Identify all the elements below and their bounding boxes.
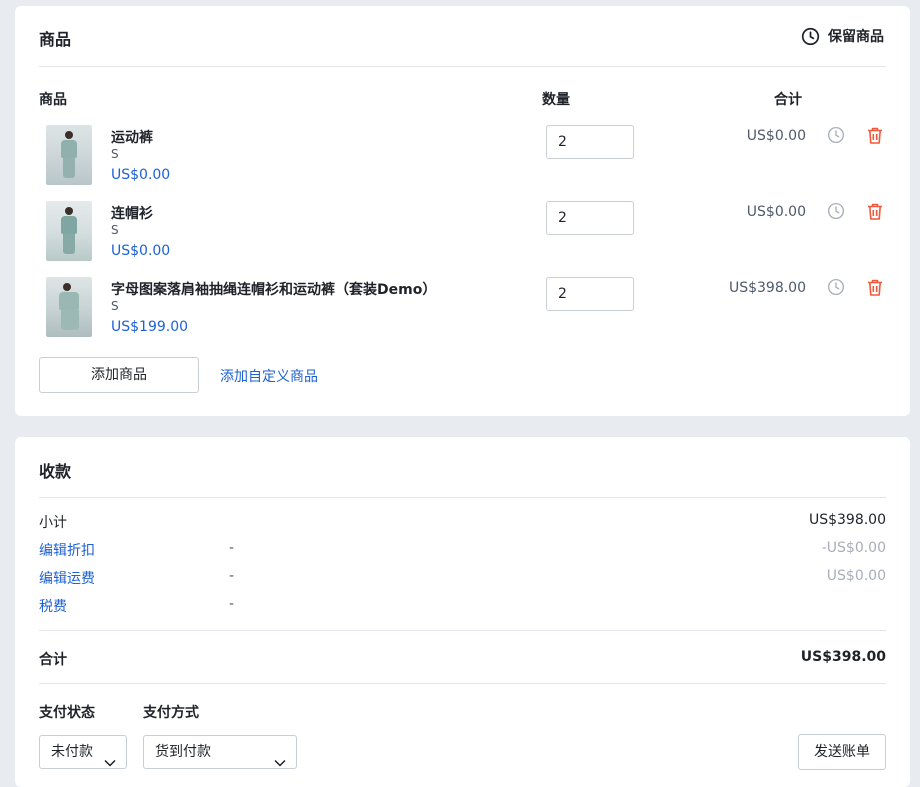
product-price: US$199.00	[111, 319, 189, 335]
product-line-total: US$0.00	[746, 128, 806, 144]
products-title: 商品	[39, 30, 72, 49]
shipping-value: US$0.00	[826, 568, 886, 584]
product-thumbnail	[46, 125, 92, 185]
product-name: 运动裤	[111, 130, 153, 146]
column-header-product: 商品	[39, 92, 67, 108]
discount-detail: -	[229, 540, 235, 556]
subtotal-label: 小计	[39, 515, 67, 531]
payment-method-value: 货到付款	[155, 744, 211, 760]
product-variant: S	[111, 299, 119, 313]
add-custom-product-link[interactable]: 添加自定义商品	[220, 366, 318, 386]
clock-icon[interactable]	[827, 126, 845, 148]
payment-status-label: 支付状态	[39, 705, 95, 721]
payment-title: 收款	[39, 462, 72, 481]
product-price: US$0.00	[111, 243, 171, 259]
trash-icon[interactable]	[866, 202, 884, 225]
send-invoice-button[interactable]: 发送账单	[798, 734, 886, 770]
product-row: 连帽衫 S US$0.00 2 US$0.00	[15, 201, 910, 263]
quantity-input[interactable]: 2	[546, 201, 634, 235]
clock-icon[interactable]	[827, 278, 845, 300]
product-thumbnail	[46, 201, 92, 261]
quantity-input[interactable]: 2	[546, 125, 634, 159]
payment-method-select[interactable]: 货到付款	[143, 735, 297, 769]
chevron-down-icon	[104, 747, 116, 779]
divider	[39, 630, 886, 631]
total-label: 合计	[39, 652, 67, 668]
column-header-quantity: 数量	[542, 92, 570, 108]
divider	[39, 683, 886, 684]
hold-products-label: 保留商品	[828, 29, 884, 45]
product-variant: S	[111, 223, 119, 237]
trash-icon[interactable]	[866, 278, 884, 301]
clock-icon	[801, 27, 820, 46]
product-line-total: US$398.00	[728, 280, 806, 296]
hold-products-button[interactable]: 保留商品	[801, 26, 884, 46]
subtotal-value: US$398.00	[808, 512, 886, 528]
product-line-total: US$0.00	[746, 204, 806, 220]
payment-method-label: 支付方式	[143, 705, 199, 721]
payment-card: 收款 小计 US$398.00 编辑折扣 - -US$0.00 编辑运费 - U…	[15, 437, 910, 787]
edit-shipping-link[interactable]: 编辑运费	[39, 568, 95, 588]
shipping-detail: -	[229, 568, 235, 584]
quantity-input[interactable]: 2	[546, 277, 634, 311]
products-card: 商品 保留商品 商品 数量 合计 运动裤 S US$0.00 2 US$0.00…	[15, 6, 910, 416]
tax-link[interactable]: 税费	[39, 596, 67, 616]
divider	[39, 497, 886, 498]
product-name: 连帽衫	[111, 206, 153, 222]
discount-value: -US$0.00	[821, 540, 886, 556]
add-product-button[interactable]: 添加商品	[39, 357, 199, 393]
product-variant: S	[111, 147, 119, 161]
product-name: 字母图案落肩袖抽绳连帽衫和运动裤（套装Demo）	[111, 282, 437, 298]
edit-discount-link[interactable]: 编辑折扣	[39, 540, 95, 560]
chevron-down-icon	[274, 747, 286, 779]
clock-icon[interactable]	[827, 202, 845, 224]
payment-status-value: 未付款	[51, 744, 93, 760]
trash-icon[interactable]	[866, 126, 884, 149]
payment-status-select[interactable]: 未付款	[39, 735, 127, 769]
product-price: US$0.00	[111, 167, 171, 183]
column-header-total: 合计	[774, 92, 802, 108]
product-thumbnail	[46, 277, 92, 337]
product-row: 字母图案落肩袖抽绳连帽衫和运动裤（套装Demo） S US$199.00 2 U…	[15, 277, 910, 339]
product-row: 运动裤 S US$0.00 2 US$0.00	[15, 125, 910, 187]
divider	[39, 66, 886, 67]
total-value: US$398.00	[800, 649, 886, 665]
tax-detail: -	[229, 596, 235, 612]
